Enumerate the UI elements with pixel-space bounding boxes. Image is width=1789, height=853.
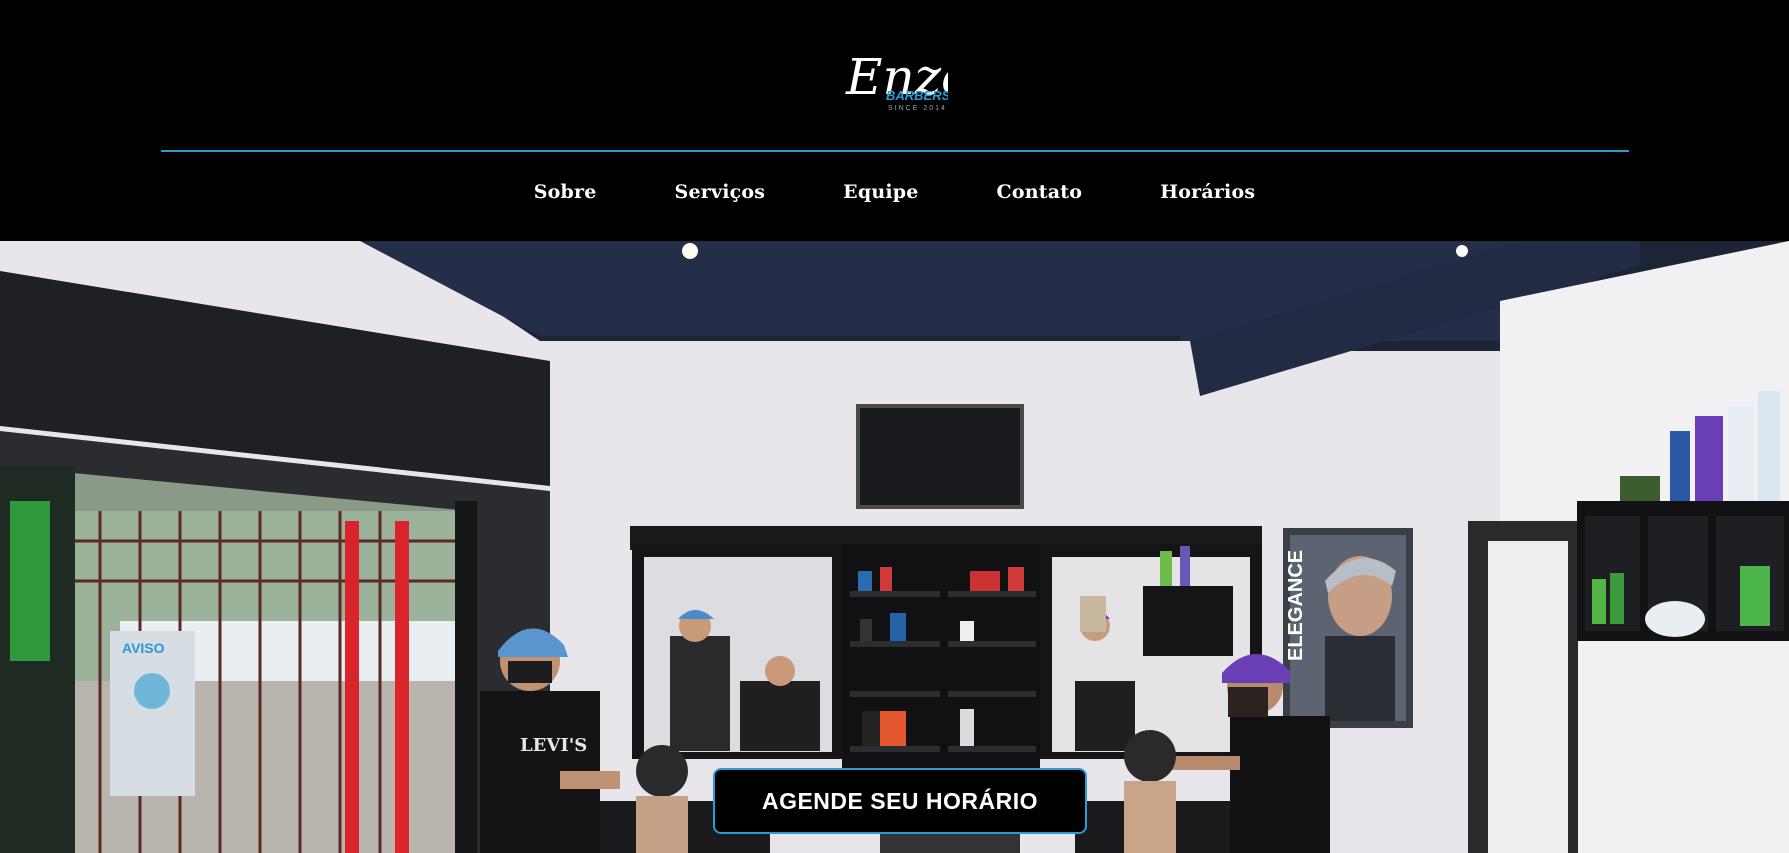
hero-section: AVISO ELEGANCE LEVI'S AGENDE SEU HORÁRIO <box>0 241 1789 853</box>
notice-sign-text: AVISO <box>122 640 165 656</box>
nav-item-equipe[interactable]: Equipe <box>843 181 918 203</box>
nav-item-horarios[interactable]: Horários <box>1160 181 1255 203</box>
header-divider <box>161 150 1629 152</box>
nav-item-servicos[interactable]: Serviços <box>675 181 766 203</box>
enzo-barbershop-logo: Enzo BARBERSHOP SINCE 2014 <box>845 48 948 112</box>
site-header: Enzo BARBERSHOP SINCE 2014 Sobre Serviço… <box>0 0 1789 241</box>
brand-logo[interactable]: Enzo BARBERSHOP SINCE 2014 <box>842 38 948 116</box>
logo-since: SINCE 2014 <box>888 105 947 112</box>
logo-sub: BARBERSHOP <box>886 88 948 103</box>
shirt-text: LEVI'S <box>520 735 587 756</box>
schedule-button[interactable]: AGENDE SEU HORÁRIO <box>713 768 1087 834</box>
poster-text: ELEGANCE <box>1285 550 1307 661</box>
hero-photo: AVISO ELEGANCE LEVI'S <box>0 241 1789 853</box>
main-nav: Sobre Serviços Equipe Contato Horários <box>0 174 1789 210</box>
nav-item-contato[interactable]: Contato <box>997 181 1083 203</box>
nav-item-sobre[interactable]: Sobre <box>534 181 597 203</box>
